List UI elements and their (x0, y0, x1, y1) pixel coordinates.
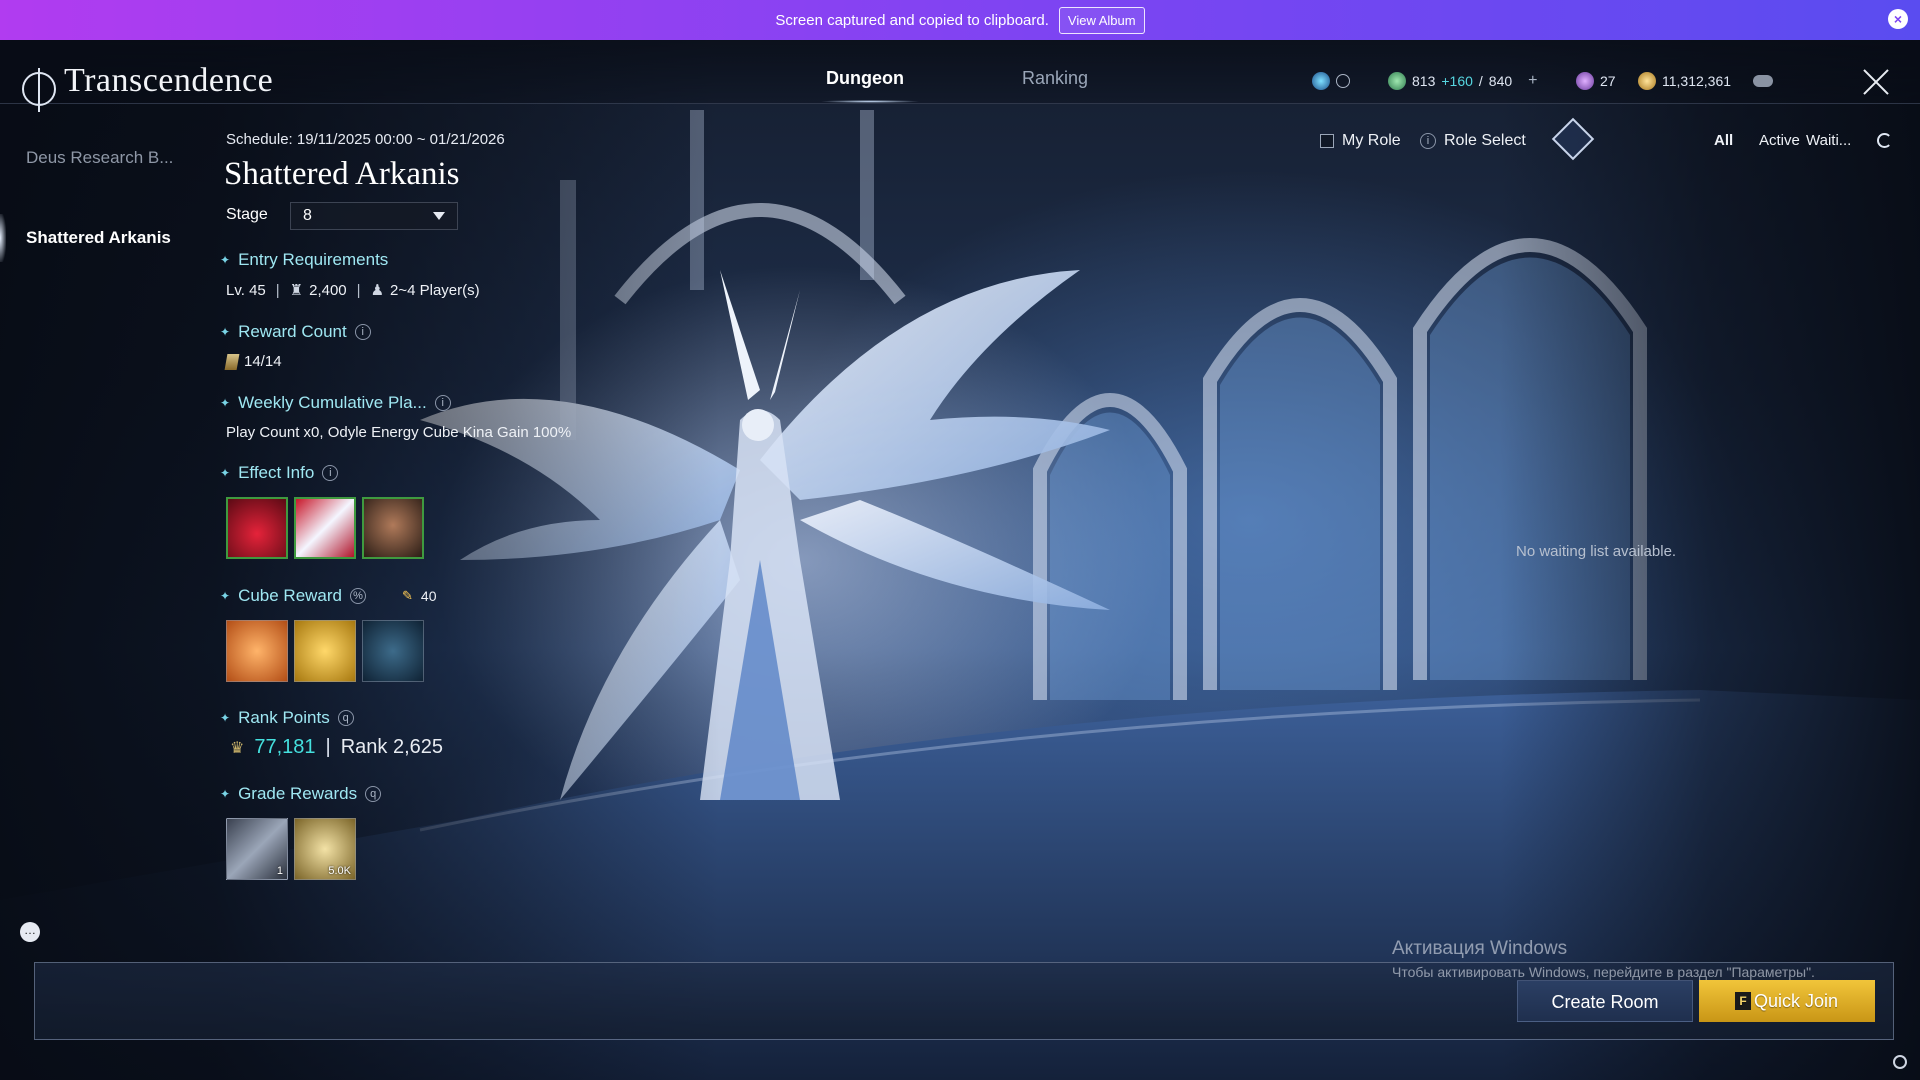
info-icon[interactable]: i (434, 395, 451, 411)
notification-message: Screen captured and copied to clipboard. (775, 11, 1049, 29)
entry-requirements: Lv. 45 | ♜ 2,400 | ♟ 2~4 Player(s) (226, 281, 480, 300)
cube-energy-icon: ✎ (402, 588, 413, 603)
effect-slot-2[interactable] (294, 497, 356, 559)
kina-icon (1638, 72, 1656, 90)
refresh-icon[interactable] (1877, 133, 1892, 148)
info-icon[interactable] (1336, 74, 1350, 88)
grade-rewards-heading: ✦ Grade Rewards q (220, 784, 382, 804)
my-role-checkbox[interactable] (1320, 134, 1334, 148)
stage-value: 8 (303, 207, 312, 224)
reward-count: 14/14 (224, 353, 282, 370)
cube-reward-heading: ✦ Cube Reward % ✎ 40 (220, 586, 437, 605)
grade-reward-qty-2: 5.0K (328, 865, 351, 877)
chat-icon[interactable]: … (20, 922, 40, 942)
role-select-filter[interactable]: i Role Select (1420, 132, 1526, 150)
search-info-icon[interactable]: q (337, 710, 354, 726)
level-requirement: Lv. 45 (226, 281, 266, 299)
diamond-bullet-icon: ✦ (220, 396, 231, 410)
stage-select[interactable]: 8 (290, 202, 458, 230)
entry-requirements-heading: ✦ Entry Requirements (220, 250, 389, 269)
view-album-button[interactable]: View Album (1058, 6, 1145, 34)
diamond-bullet-icon: ✦ (220, 325, 231, 339)
energy-counter: 813 +160 / 840 + (1388, 72, 1538, 90)
cube-cost: 40 (420, 588, 437, 604)
reward-count-heading: ✦ Reward Count i (220, 322, 371, 342)
rank-points-heading: ✦ Rank Points q (220, 708, 354, 728)
filter-all[interactable]: All (1714, 132, 1733, 149)
membership-badge[interactable] (1312, 72, 1350, 90)
effect-slot-1[interactable] (226, 497, 288, 559)
settings-corner-icon[interactable] (1893, 1055, 1907, 1069)
page-title: Transcendence (64, 62, 274, 99)
hotkey-f-badge: F (1735, 992, 1751, 1010)
cube-reward-slot-2[interactable] (294, 620, 356, 682)
rank-points: ♛ 77,181 | Rank 2,625 (230, 736, 444, 758)
transcendence-logo-icon (22, 68, 56, 112)
dungeon-name: Shattered Arkanis (224, 156, 460, 192)
search-info-icon[interactable]: q (365, 786, 382, 802)
schedule: Schedule: 19/11/2025 00:00 ~ 01/21/2026 (226, 131, 505, 148)
tab-ranking[interactable]: Ranking (1022, 68, 1088, 89)
rank-points-value: 77,181 (254, 736, 316, 758)
quick-join-button[interactable]: F Quick Join (1699, 980, 1875, 1022)
weekly-cumulative-text: Play Count x0, Odyle Energy Cube Kina Ga… (226, 424, 572, 441)
grade-reward-slot-1[interactable]: 1 (226, 818, 288, 880)
stage-label: Stage (226, 206, 268, 223)
create-room-button[interactable]: Create Room (1517, 980, 1693, 1022)
trophy-icon: ♛ (230, 739, 245, 757)
kina-value: 11,312,361 (1662, 73, 1732, 89)
empty-waiting-list: No waiting list available. (1516, 543, 1677, 560)
sidebar-active-indicator (0, 214, 6, 262)
screenshot-notification: Screen captured and copied to clipboard.… (0, 0, 1920, 40)
kina-counter: 11,312,361 (1638, 72, 1774, 90)
energy-value: 813 (1412, 73, 1436, 89)
membership-icon (1312, 72, 1330, 90)
energy-bonus: +160 (1441, 73, 1473, 89)
cube-reward-slot-3[interactable] (362, 620, 424, 682)
crystal-value: 27 (1600, 73, 1616, 89)
cube-reward-slot-1[interactable] (226, 620, 288, 682)
diamond-bullet-icon: ✦ (220, 466, 231, 480)
filter-active[interactable]: Active (1759, 132, 1800, 149)
diamond-bullet-icon: ✦ (220, 787, 231, 801)
power-requirement: 2,400 (309, 281, 347, 299)
energy-icon (1388, 72, 1406, 90)
mail-icon[interactable] (1753, 75, 1774, 87)
info-icon[interactable]: i (354, 324, 371, 340)
close-icon[interactable] (1862, 68, 1890, 96)
sidebar-item-deus-research[interactable]: Deus Research B... (26, 148, 173, 168)
sidebar-item-shattered-arkanis[interactable]: Shattered Arkanis (26, 228, 171, 248)
chevron-down-icon (433, 212, 445, 220)
my-role-filter[interactable]: My Role (1320, 132, 1401, 150)
diamond-bullet-icon: ✦ (220, 711, 231, 725)
add-energy-icon[interactable]: + (1528, 72, 1537, 90)
close-notification-icon[interactable]: × (1888, 9, 1908, 29)
tab-dungeon[interactable]: Dungeon (826, 68, 904, 89)
tab-active-indicator (820, 100, 920, 103)
weekly-cumulative-heading: ✦ Weekly Cumulative Pla... i (220, 393, 451, 413)
player-icon: ♟ (370, 282, 385, 299)
diamond-bullet-icon: ✦ (220, 253, 231, 267)
diamond-bullet-icon: ✦ (220, 589, 231, 603)
currency-counter: 27 (1576, 72, 1616, 90)
combat-power-icon: ♜ (289, 282, 304, 299)
effect-slot-3[interactable] (362, 497, 424, 559)
info-icon[interactable]: i (322, 465, 339, 481)
percent-info-icon[interactable]: % (350, 588, 367, 604)
grade-reward-qty-1: 1 (276, 865, 283, 877)
crystal-icon (1576, 72, 1594, 90)
player-requirement: 2~4 Player(s) (390, 281, 480, 299)
top-bar: Transcendence Dungeon Ranking 813 +160 /… (0, 40, 1920, 112)
grade-reward-slot-2[interactable]: 5.0K (294, 818, 356, 880)
windows-activation-watermark: Активация Windows Чтобы активировать Win… (1392, 938, 1815, 980)
rank-value: Rank 2,625 (340, 736, 444, 758)
scroll-icon (224, 353, 240, 370)
effect-info-heading: ✦ Effect Info i (220, 463, 339, 483)
info-icon[interactable]: i (1420, 133, 1436, 149)
filter-waiting[interactable]: Waiti... (1806, 132, 1851, 149)
energy-max: 840 (1488, 73, 1513, 89)
